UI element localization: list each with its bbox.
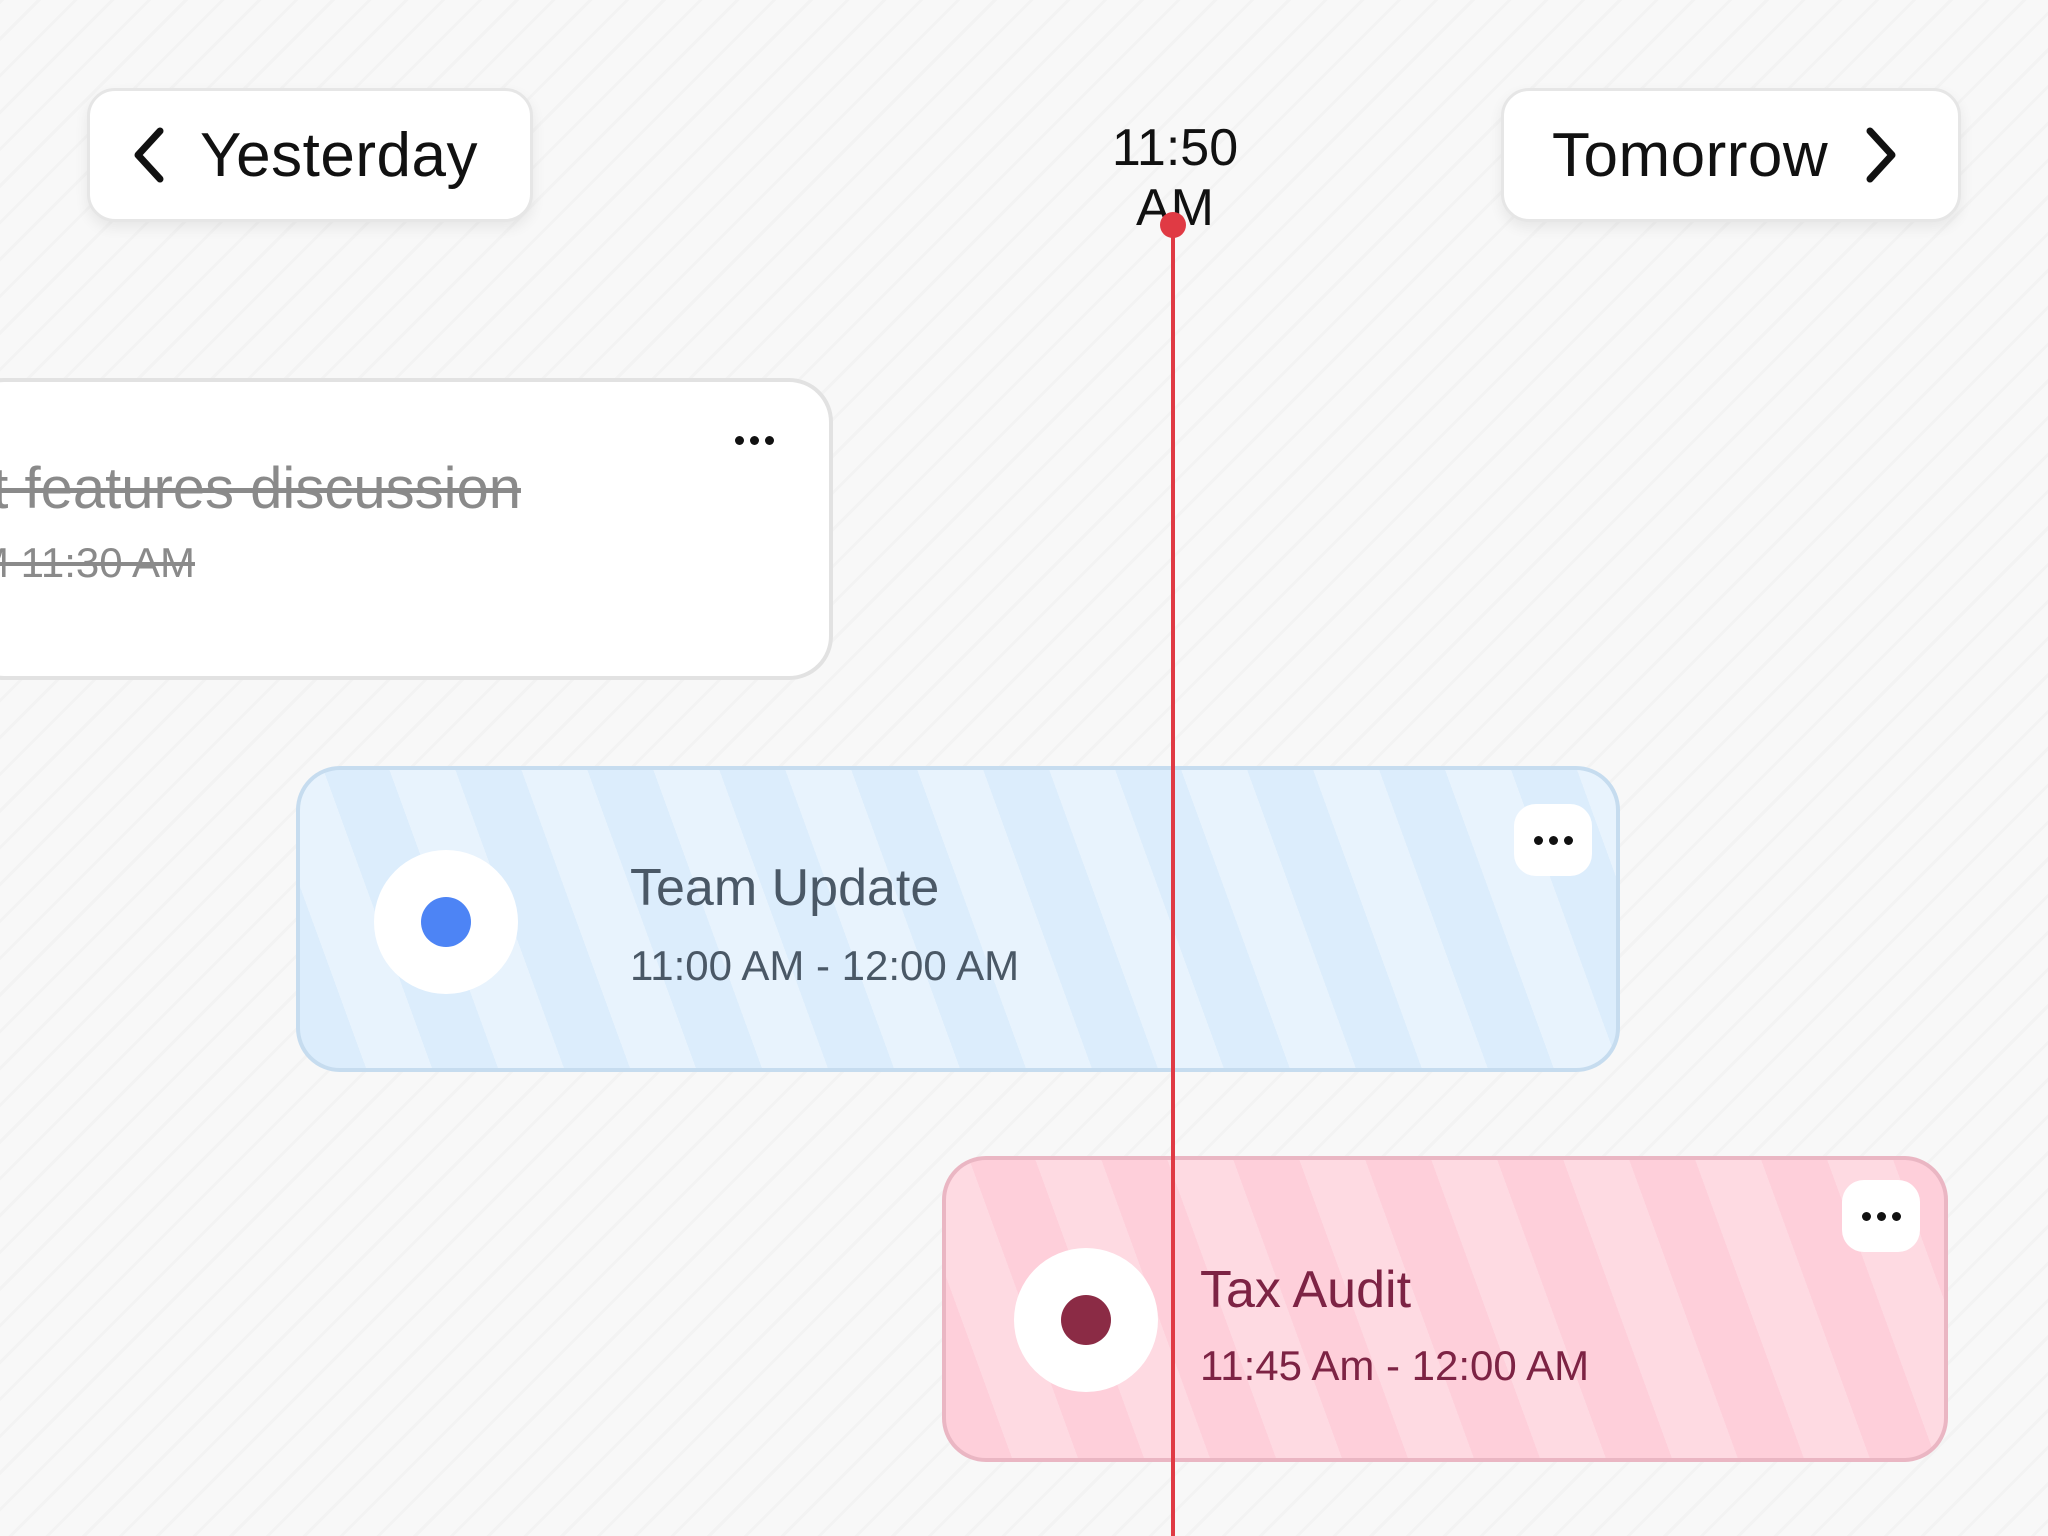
status-indicator	[374, 850, 518, 994]
status-indicator	[1014, 1248, 1158, 1392]
tomorrow-label: Tomorrow	[1552, 120, 1829, 190]
event-card-team-update[interactable]: Team Update 11:00 AM - 12:00 AM	[296, 766, 1620, 1072]
event-menu-button[interactable]	[715, 404, 793, 476]
event-time: 11:00 AM - 12:00 AM	[630, 942, 1020, 989]
yesterday-button[interactable]: Yesterday	[87, 88, 533, 222]
status-dot-icon	[1061, 1295, 1111, 1345]
event-card-completed[interactable]	[0, 378, 833, 680]
current-time-line	[1171, 225, 1175, 1536]
event-title: Tax Audit	[1200, 1261, 1412, 1319]
event-card-tax-audit[interactable]: Tax Audit 11:45 Am - 12:00 AM	[942, 1156, 1948, 1462]
event-title: et features discussion	[0, 456, 521, 521]
event-time: 11:45 Am - 12:00 AM	[1200, 1342, 1590, 1389]
more-horizontal-icon	[1533, 835, 1573, 845]
chevron-right-icon	[1866, 127, 1896, 183]
chevron-left-icon	[134, 127, 164, 183]
event-time: M 11:30 AM	[0, 539, 195, 586]
more-horizontal-icon	[1861, 1211, 1901, 1221]
yesterday-label: Yesterday	[200, 120, 478, 190]
event-title: Team Update	[630, 859, 940, 917]
event-menu-button[interactable]	[1514, 804, 1592, 876]
status-dot-icon	[421, 897, 471, 947]
more-horizontal-icon	[734, 435, 774, 445]
event-menu-button[interactable]	[1842, 1180, 1920, 1252]
current-time-marker	[1160, 212, 1186, 238]
tomorrow-button[interactable]: Tomorrow	[1501, 88, 1961, 222]
